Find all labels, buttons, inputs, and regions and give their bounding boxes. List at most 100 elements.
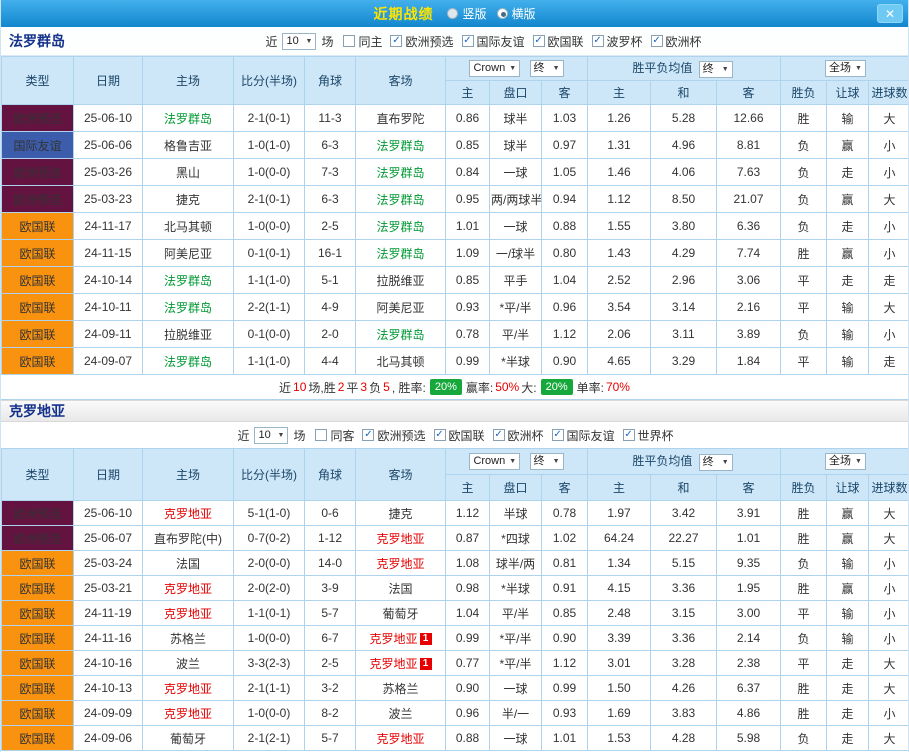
layout-horizontal-radio[interactable]: 横版: [497, 5, 536, 22]
avg-odds-time-select[interactable]: 终▼: [699, 61, 733, 78]
ah-away-odds: 1.04: [542, 267, 588, 294]
filter-same-venue-checkbox[interactable]: 同主: [343, 33, 382, 50]
select-value: 全场: [829, 456, 851, 467]
filter-competition-checkbox[interactable]: ✓欧洲预选: [390, 33, 453, 50]
col-type: 类型: [2, 57, 74, 105]
filter-competition-checkbox[interactable]: ✓欧国联: [533, 33, 584, 50]
ah-away-odds: 1.01: [542, 726, 588, 751]
filter-same-venue-checkbox[interactable]: 同客: [315, 427, 354, 444]
ah-line: 球半: [490, 132, 542, 159]
col-ah-away: 客: [542, 475, 588, 501]
chevron-down-icon: ▼: [722, 66, 729, 73]
checkbox-icon: ✓: [493, 429, 505, 441]
competition-badge: 国际友谊: [2, 132, 74, 159]
score: 2-0(2-0): [234, 576, 305, 601]
scope-select[interactable]: 全场▼: [825, 60, 866, 77]
select-value: 终: [534, 63, 545, 74]
filter-competition-checkbox[interactable]: ✓国际友谊: [552, 427, 615, 444]
match-date: 25-06-10: [74, 105, 143, 132]
ah-away-odds: 0.88: [542, 213, 588, 240]
home-team-name: 直布罗陀(中): [154, 532, 222, 546]
ah-home-odds: 0.85: [446, 267, 490, 294]
result-goals: 大: [869, 186, 909, 213]
away-team-name: 克罗地亚: [376, 532, 424, 546]
team-title: 法罗群岛: [9, 31, 65, 51]
corners: 6-3: [305, 186, 356, 213]
select-value: 全场: [829, 63, 851, 74]
eu-home-odds: 1.12: [588, 186, 651, 213]
filter-competition-checkbox[interactable]: ✓国际友谊: [462, 33, 525, 50]
footer-stat: 赢率:: [466, 379, 493, 396]
ah-home-odds: 0.77: [446, 651, 490, 676]
checkbox-icon: ✓: [623, 429, 635, 441]
filter-competition-checkbox[interactable]: ✓世界杯: [623, 427, 674, 444]
checkbox-icon: ✓: [592, 35, 604, 47]
away-team: 克罗地亚1: [356, 626, 446, 651]
away-team-name: 法罗群岛: [376, 328, 424, 342]
corners: 4-9: [305, 294, 356, 321]
odds-time-select[interactable]: 终▼: [530, 60, 564, 77]
corners: 3-9: [305, 576, 356, 601]
ah-away-odds: 0.81: [542, 551, 588, 576]
corners: 16-1: [305, 240, 356, 267]
match-date: 24-10-14: [74, 267, 143, 294]
matches-table-croatia: 类型 日期 主场 比分(半场) 角球 客场 Crown▼ 终▼ 胜平负均值 终▼…: [1, 448, 909, 751]
home-team: 法罗群岛: [143, 105, 234, 132]
filter-competition-checkbox[interactable]: ✓欧洲预选: [362, 427, 425, 444]
eu-draw-odds: 3.15: [651, 601, 717, 626]
away-team-name: 法罗群岛: [376, 193, 424, 207]
score: 1-1(1-0): [234, 267, 305, 294]
filter-competition-checkbox[interactable]: ✓欧国联: [434, 427, 485, 444]
match-row: 国际友谊25-06-06格鲁吉亚1-0(1-0)6-3法罗群岛0.85球半0.9…: [2, 132, 909, 159]
col-date: 日期: [74, 57, 143, 105]
ah-line: 一球: [490, 726, 542, 751]
filter-competition-checkbox[interactable]: ✓波罗杯: [592, 33, 643, 50]
match-row: 欧国联24-11-19克罗地亚1-1(0-1)5-7葡萄牙1.04平/半0.85…: [2, 601, 909, 626]
recent-count-select[interactable]: 10▼: [282, 33, 316, 50]
filter-label: 欧洲预选: [377, 427, 425, 444]
away-team-name: 葡萄牙: [382, 607, 418, 621]
away-team: 波兰: [356, 701, 446, 726]
result-handicap: 赢: [827, 186, 869, 213]
filter-competition-checkbox[interactable]: ✓欧洲杯: [493, 427, 544, 444]
chevron-down-icon: ▼: [278, 432, 285, 439]
bookmaker-select[interactable]: Crown▼: [469, 453, 520, 470]
recent-count-select[interactable]: 10▼: [254, 427, 288, 444]
ah-away-odds: 0.96: [542, 294, 588, 321]
filter-label: 世界杯: [638, 427, 674, 444]
eu-draw-odds: 22.27: [651, 526, 717, 551]
ah-line: 半/一: [490, 701, 542, 726]
away-team: 克罗地亚: [356, 726, 446, 751]
recent-label: 近: [265, 33, 277, 50]
away-team: 苏格兰: [356, 676, 446, 701]
result-wdl: 平: [781, 348, 827, 375]
result-wdl: 平: [781, 601, 827, 626]
close-button[interactable]: ✕: [877, 4, 903, 23]
odds-time-select[interactable]: 终▼: [530, 453, 564, 470]
eu-home-odds: 1.55: [588, 213, 651, 240]
scope-select[interactable]: 全场▼: [825, 453, 866, 470]
avg-odds-time-select[interactable]: 终▼: [699, 454, 733, 471]
home-team: 克罗地亚: [143, 601, 234, 626]
eu-home-odds: 1.53: [588, 726, 651, 751]
away-team-name: 法国: [388, 582, 412, 596]
corners: 2-0: [305, 321, 356, 348]
away-team: 克罗地亚1: [356, 651, 446, 676]
eu-draw-odds: 3.11: [651, 321, 717, 348]
match-date: 25-06-10: [74, 501, 143, 526]
score: 2-2(1-1): [234, 294, 305, 321]
eu-draw-odds: 4.96: [651, 132, 717, 159]
layout-vertical-radio[interactable]: 竖版: [447, 5, 486, 22]
home-team-name: 格鲁吉亚: [164, 139, 212, 153]
handicap-odds-group-header: Crown▼ 终▼: [446, 57, 588, 81]
filter-competition-checkbox[interactable]: ✓欧洲杯: [651, 33, 702, 50]
scope-group-header: 全场▼: [781, 449, 909, 475]
match-row: 欧国联24-11-15阿美尼亚0-1(0-1)16-1法罗群岛1.09一/球半0…: [2, 240, 909, 267]
bookmaker-select[interactable]: Crown▼: [469, 60, 520, 77]
away-team-name: 阿美尼亚: [376, 301, 424, 315]
eu-away-odds: 1.01: [717, 526, 781, 551]
result-goals: 大: [869, 526, 909, 551]
ah-line: 一球: [490, 213, 542, 240]
result-handicap: 输: [827, 626, 869, 651]
team-title: 克罗地亚: [9, 401, 65, 421]
